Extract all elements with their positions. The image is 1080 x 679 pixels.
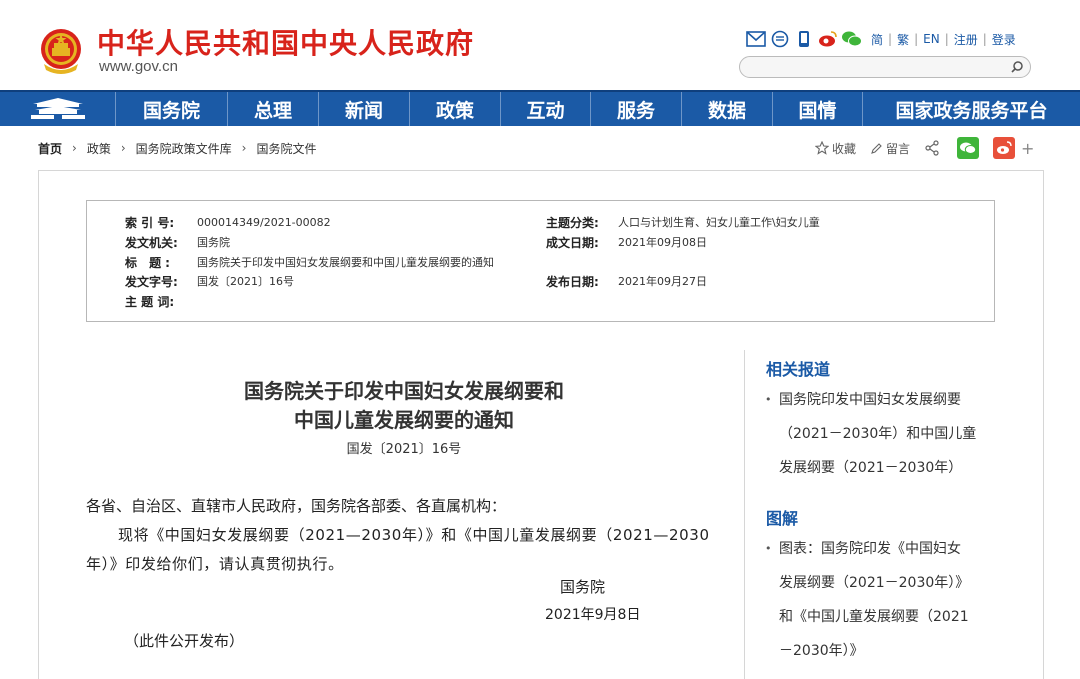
infographic-heading: 图解 [766,509,799,528]
share-icon [925,140,939,156]
article-sign-date: 2021年9月8日 [545,607,641,623]
article-body: 各省、自治区、直辖市人民政府，国务院各部委、各直属机构： 现将《中国妇女发展纲要… [86,492,722,579]
tiananmen-icon [30,98,85,119]
infographic-line-4: －2030年）》 [779,643,864,659]
message-icon[interactable] [769,28,791,50]
chevron-right-icon: › [72,141,77,155]
breadcrumb-policy[interactable]: 政策 [87,140,111,157]
breadcrumb-state-council-docs[interactable]: 国务院文件 [256,140,316,157]
issuer-value: 国务院 [197,236,230,249]
nav-item-services[interactable]: 服务 [591,92,682,126]
publish-date-label: 发布日期: [546,274,599,289]
divider: | [944,32,949,46]
mobile-icon[interactable] [793,28,815,50]
article-signature: 国务院 [560,578,606,596]
document-metadata: 索 引 号: 000014349/2021-00082 主题分类: 人口与计划生… [86,200,995,322]
search-input[interactable] [739,56,1031,78]
lang-simplified[interactable]: 简 [871,31,883,48]
share-bar: 收藏 留言 + [815,136,1034,160]
bullet-icon: • [765,393,772,406]
related-news-heading: 相关报道 [766,360,831,379]
nav-item-national-info[interactable]: 国情 [773,92,863,126]
more-share-icon[interactable]: + [1021,139,1034,158]
national-emblem-icon[interactable] [38,26,84,76]
breadcrumb-policy-library[interactable]: 国务院政策文件库 [136,140,232,157]
nav-item-gov-service-platform[interactable]: 国家政务服务平台 [863,92,1080,126]
publish-date-value: 2021年09月27日 [618,275,707,288]
infographic-item[interactable]: • 图表：国务院印发《中国妇女 发展纲要（2021－2030年）》 和《中国儿童… [765,532,995,668]
divider: | [888,32,893,46]
article-title-line-1: 国务院关于印发中国妇女发展纲要和 [244,379,564,403]
index-value: 000014349/2021-00082 [197,215,331,229]
nav-item-interaction[interactable]: 互动 [501,92,591,126]
divider: | [982,32,987,46]
site-url[interactable]: www.gov.cn [99,58,178,75]
article-paragraph: 现将《中国妇女发展纲要（2021—2030年）》和《中国儿童发展纲要（2021—… [86,526,710,573]
comment-button[interactable]: 留言 [870,140,910,157]
category-label: 主题分类: [546,215,599,230]
chevron-right-icon: › [120,141,126,155]
doc-number-value: 国发〔2021〕16号 [197,275,294,288]
language-links: 简 | 繁 | EN | 注册 | 登录 [871,31,1016,48]
pen-icon [871,142,882,154]
favorite-button[interactable]: 收藏 [815,140,856,157]
title-label: 标 题: [125,255,174,270]
doc-number-label: 发文字号: [125,274,178,289]
site-title[interactable]: 中华人民共和国中央人民政府 [97,22,474,62]
nav-item-data[interactable]: 数据 [682,92,773,126]
breadcrumb: 首页 › 政策 › 国务院政策文件库 › 国务院文件 [38,138,317,158]
related-news-item[interactable]: • 国务院印发中国妇女发展纲要 （2021－2030年）和中国儿童 发展纲要（2… [765,383,995,485]
related-news-line-1: 国务院印发中国妇女发展纲要 [779,392,961,408]
star-icon [815,141,829,155]
login-link[interactable]: 登录 [992,31,1016,48]
favorite-label: 收藏 [832,141,857,156]
mail-icon[interactable] [745,28,767,50]
top-tools: 简 | 繁 | EN | 注册 | 登录 [745,28,1016,50]
wechat-icon[interactable] [841,28,863,50]
share-button[interactable] [924,140,943,156]
index-label: 索 引 号: [125,215,175,230]
lang-traditional[interactable]: 繁 [897,31,909,48]
article-doc-number: 国发〔2021〕16号 [346,442,462,457]
article-title: 国务院关于印发中国妇女发展纲要和 中国儿童发展纲要的通知 [86,377,722,435]
article-salutation: 各省、自治区、直辖市人民政府，国务院各部委、各直属机构： [86,497,507,515]
wechat-icon [960,142,977,154]
weibo-icon [997,141,1012,154]
article-title-line-2: 中国儿童发展纲要的通知 [294,408,514,432]
issuer-label: 发文机关: [125,235,178,250]
related-news-line-2: （2021－2030年）和中国儿童 [779,426,977,442]
written-date-label: 成文日期: [546,235,599,250]
publish-note: （此件公开发布） [124,632,245,650]
nav-item-news[interactable]: 新闻 [319,92,410,126]
comment-label: 留言 [886,141,911,156]
wechat-share-button[interactable] [957,137,980,159]
divider: | [914,32,919,46]
nav-item-policy[interactable]: 政策 [410,92,501,126]
main-nav: 国务院 总理 新闻 政策 互动 服务 数据 国情 国家政务服务平台 [0,90,1080,126]
category-value: 人口与计划生育、妇女儿童工作\妇女儿童 [618,216,820,229]
chevron-right-icon: › [241,141,247,155]
infographic-line-3: 和《中国儿童发展纲要（2021 [779,609,969,625]
lang-english[interactable]: EN [923,32,940,46]
nav-home-button[interactable] [0,92,116,126]
nav-item-premier[interactable]: 总理 [228,92,319,126]
weibo-icon[interactable] [817,28,839,50]
register-link[interactable]: 注册 [954,31,978,48]
site-header: 中华人民共和国中央人民政府 www.gov.cn 简 | 繁 | EN | 注册… [0,0,1080,90]
sidebar: 相关报道 • 国务院印发中国妇女发展纲要 （2021－2030年）和中国儿童 发… [744,350,1042,679]
related-news-line-3: 发展纲要（2021－2030年） [779,460,963,476]
search-icon[interactable] [1010,60,1024,74]
infographic-line-1: 图表：国务院印发《中国妇女 [779,541,961,557]
weibo-share-button[interactable] [993,137,1016,159]
bullet-icon: • [765,542,772,555]
keywords-label: 主 题 词: [125,294,175,309]
written-date-value: 2021年09月08日 [618,236,707,249]
title-value: 国务院关于印发中国妇女发展纲要和中国儿童发展纲要的通知 [197,256,494,269]
infographic-line-2: 发展纲要（2021－2030年）》 [779,575,970,591]
nav-item-state-council[interactable]: 国务院 [116,92,228,126]
breadcrumb-home[interactable]: 首页 [38,140,62,157]
